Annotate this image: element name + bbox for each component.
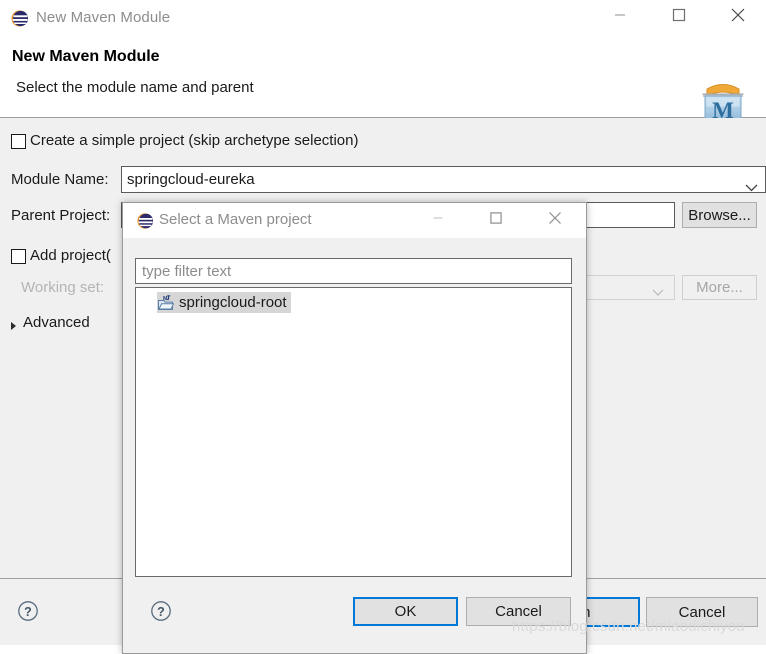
window-maximize-button[interactable] [656, 0, 702, 30]
window-title: New Maven Module [36, 9, 171, 26]
advanced-label[interactable]: Advanced [23, 314, 90, 331]
dialog-help-question-icon[interactable]: ? [150, 600, 172, 622]
page-title: New Maven Module [12, 48, 160, 65]
svg-text:?: ? [24, 605, 32, 619]
eclipse-globe-icon [11, 10, 29, 27]
select-maven-project-dialog: Select a Maven project type filter text … [122, 202, 587, 654]
watermark-text: https://blog.csdn.net/miaodichiyou [512, 618, 745, 635]
add-project-label: Add project( [30, 247, 111, 264]
eclipse-globe-icon [137, 213, 154, 229]
tree-item-springcloud-root[interactable]: M springcloud-root [157, 292, 291, 313]
svg-text:?: ? [157, 605, 165, 619]
dialog-titlebar: Select a Maven project [123, 203, 586, 238]
create-simple-project-checkbox[interactable] [11, 134, 26, 149]
window-minimize-button[interactable] [597, 0, 643, 30]
dialog-ok-button[interactable]: OK [353, 597, 458, 626]
working-set-label: Working set: [21, 279, 105, 296]
dialog-maximize-button[interactable] [474, 204, 518, 232]
window-titlebar: New Maven Module [0, 0, 766, 37]
project-tree[interactable]: M springcloud-root [135, 287, 572, 577]
more-button: More... [682, 275, 757, 300]
add-project-checkbox[interactable] [11, 249, 26, 264]
tree-item-label: springcloud-root [179, 294, 287, 311]
module-name-input[interactable]: springcloud-eureka [121, 166, 766, 193]
window-close-button[interactable] [715, 0, 761, 30]
module-name-label: Module Name: [11, 171, 109, 188]
browse-button[interactable]: Browse... [682, 202, 757, 228]
module-name-dropdown-arrow[interactable] [745, 180, 758, 196]
advanced-expand-triangle[interactable] [11, 322, 16, 330]
create-simple-project-label: Create a simple project (skip archetype … [30, 132, 359, 149]
maven-project-icon: M [157, 294, 175, 311]
dialog-close-button[interactable] [533, 204, 577, 232]
parent-project-label: Parent Project: [11, 207, 111, 224]
working-set-dropdown-arrow [652, 284, 664, 300]
help-question-icon[interactable]: ? [17, 600, 39, 622]
wizard-header: New Maven Module Select the module name … [0, 37, 766, 124]
dialog-title: Select a Maven project [159, 211, 312, 228]
dialog-minimize-button[interactable] [416, 204, 460, 232]
filter-input[interactable]: type filter text [135, 258, 572, 284]
page-subtitle: Select the module name and parent [16, 79, 254, 96]
